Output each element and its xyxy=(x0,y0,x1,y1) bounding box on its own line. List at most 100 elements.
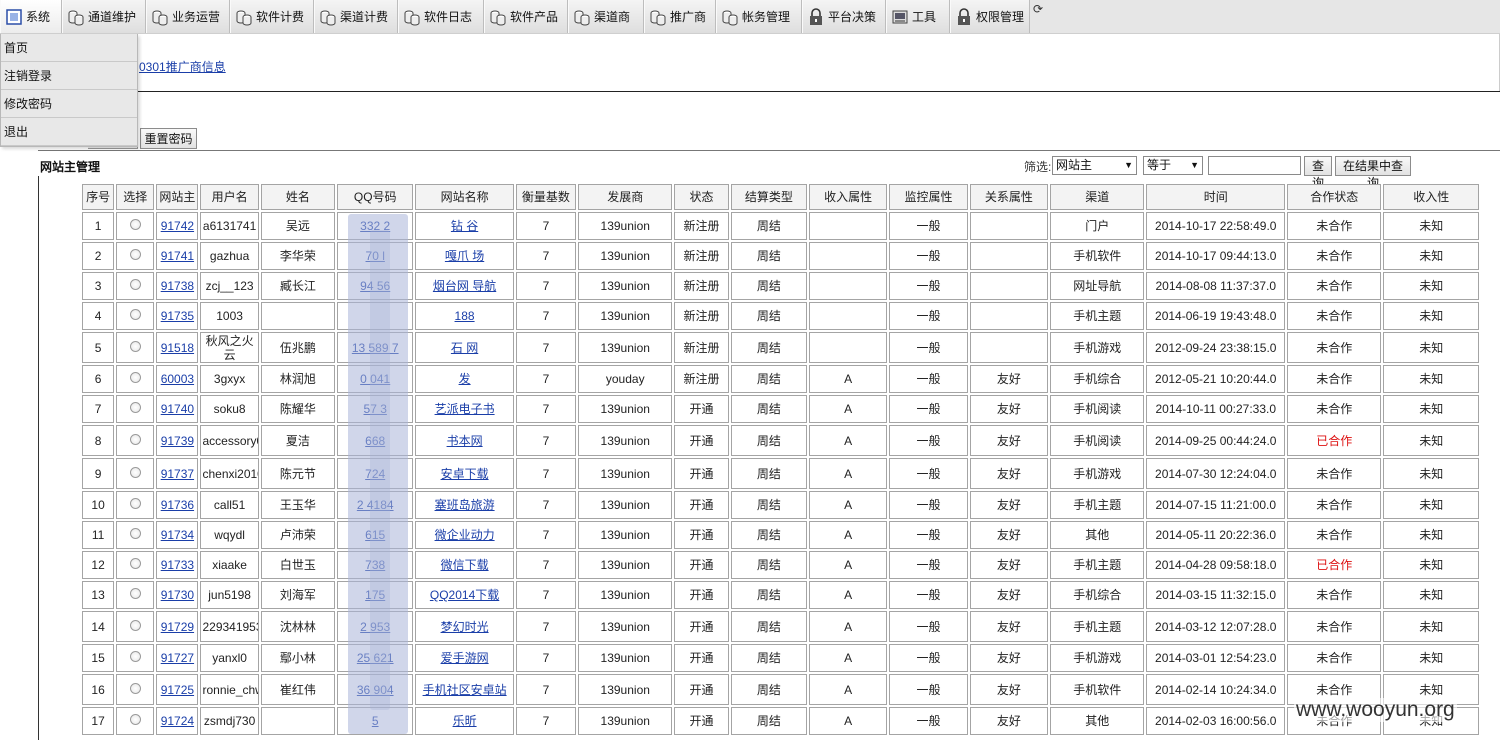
table-cell[interactable]: 梦幻时光 xyxy=(415,611,514,642)
row-select-radio[interactable] xyxy=(116,242,155,270)
radio-icon[interactable] xyxy=(129,651,141,662)
table-cell[interactable]: 微信下载 xyxy=(415,551,514,579)
menu-5[interactable]: 渠道计费 xyxy=(314,0,398,33)
table-cell[interactable]: 嘎爪 场 xyxy=(415,242,514,270)
table-cell[interactable]: 91739 xyxy=(156,425,199,456)
column-header[interactable]: 收入性 xyxy=(1383,184,1479,210)
table-cell[interactable]: 石 网 xyxy=(415,332,514,363)
table-cell[interactable]: 91729 xyxy=(156,611,199,642)
radio-icon[interactable] xyxy=(129,619,141,631)
row-select-radio[interactable] xyxy=(116,365,155,393)
column-header[interactable]: 网站名称 xyxy=(415,184,514,210)
column-header[interactable]: 收入属性 xyxy=(809,184,888,210)
filter-operator-select[interactable]: 等于 ▼ xyxy=(1143,156,1203,175)
table-cell[interactable]: 188 xyxy=(415,302,514,330)
column-header[interactable]: 发展商 xyxy=(578,184,673,210)
table-cell[interactable]: QQ2014下载 xyxy=(415,581,514,609)
table-cell[interactable]: 91741 xyxy=(156,242,199,270)
menu-8[interactable]: 渠道商 xyxy=(568,0,644,33)
row-select-radio[interactable] xyxy=(116,425,155,456)
reset-password-button[interactable]: 重置密码 xyxy=(140,128,197,149)
column-header[interactable]: 结算类型 xyxy=(730,184,807,210)
menu-logout[interactable]: 注销登录 xyxy=(1,62,137,90)
menu-10[interactable]: 帐务管理 xyxy=(716,0,802,33)
table-cell[interactable]: 91734 xyxy=(156,521,199,549)
column-header[interactable]: 用户名 xyxy=(200,184,259,210)
table-cell[interactable]: 91738 xyxy=(156,272,199,300)
column-header[interactable]: 时间 xyxy=(1146,184,1286,210)
breadcrumb-link[interactable]: 0301推广商信息 xyxy=(139,58,226,75)
row-select-radio[interactable] xyxy=(116,611,155,642)
radio-icon[interactable] xyxy=(129,249,141,260)
filter-value-input[interactable] xyxy=(1208,156,1301,175)
row-select-radio[interactable] xyxy=(116,644,155,672)
row-select-radio[interactable] xyxy=(116,521,155,549)
menu-7[interactable]: 软件产品 xyxy=(484,0,568,33)
row-select-radio[interactable] xyxy=(116,674,155,705)
column-header[interactable]: 选择 xyxy=(116,184,155,210)
table-cell[interactable]: 91518 xyxy=(156,332,199,363)
row-select-radio[interactable] xyxy=(116,707,155,735)
menu-11[interactable]: 平台决策 xyxy=(802,0,886,33)
radio-icon[interactable] xyxy=(129,498,141,509)
row-select-radio[interactable] xyxy=(116,395,155,423)
refresh-icon[interactable]: ⟳ xyxy=(1033,2,1043,16)
radio-icon[interactable] xyxy=(129,682,141,694)
table-cell[interactable]: 爱手游网 xyxy=(415,644,514,672)
row-select-radio[interactable] xyxy=(116,332,155,363)
column-header[interactable]: 衡量基数 xyxy=(515,184,577,210)
row-select-radio[interactable] xyxy=(116,212,155,240)
menu-1[interactable]: 系统 xyxy=(0,0,62,33)
table-cell[interactable]: 60003 xyxy=(156,365,199,393)
menu-change-password[interactable]: 修改密码 xyxy=(1,90,137,118)
query-button[interactable]: 查询 xyxy=(1304,156,1332,190)
menu-3[interactable]: 业务运营 xyxy=(146,0,230,33)
table-cell[interactable]: 91727 xyxy=(156,644,199,672)
table-cell[interactable]: 艺派电子书 xyxy=(415,395,514,423)
refine-query-button[interactable]: 在结果中查询 xyxy=(1335,156,1411,190)
table-cell[interactable]: 乐昕 xyxy=(415,707,514,735)
column-header[interactable]: 合作状态 xyxy=(1287,184,1382,210)
table-cell[interactable]: 91735 xyxy=(156,302,199,330)
menu-4[interactable]: 软件计费 xyxy=(230,0,314,33)
radio-icon[interactable] xyxy=(129,466,141,478)
table-cell[interactable]: 91725 xyxy=(156,674,199,705)
radio-icon[interactable] xyxy=(129,309,141,320)
table-cell[interactable]: 91737 xyxy=(156,458,199,489)
table-cell[interactable]: 发 xyxy=(415,365,514,393)
table-cell[interactable]: 91740 xyxy=(156,395,199,423)
menu-exit[interactable]: 退出 xyxy=(1,118,137,146)
menu-13[interactable]: 权限管理 xyxy=(950,0,1030,33)
table-cell[interactable]: 微企业动力 xyxy=(415,521,514,549)
table-cell[interactable]: 手机社区安卓站 xyxy=(415,674,514,705)
radio-icon[interactable] xyxy=(129,528,141,539)
radio-icon[interactable] xyxy=(129,372,141,383)
row-select-radio[interactable] xyxy=(116,272,155,300)
radio-icon[interactable] xyxy=(129,558,141,569)
menu-6[interactable]: 软件日志 xyxy=(398,0,484,33)
row-select-radio[interactable] xyxy=(116,491,155,519)
table-cell[interactable]: 91724 xyxy=(156,707,199,735)
column-header[interactable]: 姓名 xyxy=(260,184,336,210)
column-header[interactable]: 监控属性 xyxy=(889,184,968,210)
table-cell[interactable]: 钻 谷 xyxy=(415,212,514,240)
column-header[interactable]: 序号 xyxy=(82,184,115,210)
table-cell[interactable]: 91730 xyxy=(156,581,199,609)
radio-icon[interactable] xyxy=(129,279,141,290)
column-header[interactable]: 关系属性 xyxy=(969,184,1049,210)
menu-home[interactable]: 首页 xyxy=(1,34,137,62)
row-select-radio[interactable] xyxy=(116,458,155,489)
table-cell[interactable]: 91733 xyxy=(156,551,199,579)
table-cell[interactable]: 书本网 xyxy=(415,425,514,456)
row-select-radio[interactable] xyxy=(116,581,155,609)
radio-icon[interactable] xyxy=(129,402,141,413)
table-cell[interactable]: 91736 xyxy=(156,491,199,519)
column-header[interactable]: 状态 xyxy=(674,184,729,210)
radio-icon[interactable] xyxy=(129,714,141,725)
column-header[interactable]: QQ号码 xyxy=(337,184,414,210)
radio-icon[interactable] xyxy=(129,340,141,352)
row-select-radio[interactable] xyxy=(116,551,155,579)
column-header[interactable]: 网站主 xyxy=(156,184,199,210)
table-cell[interactable]: 安卓下载 xyxy=(415,458,514,489)
menu-9[interactable]: 推广商 xyxy=(644,0,716,33)
